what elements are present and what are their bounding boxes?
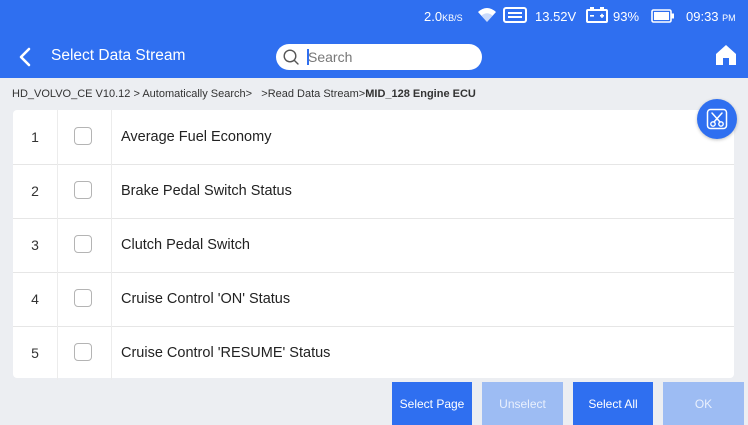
car-battery-icon [586,7,608,26]
row-number: 2 [13,164,58,218]
search-icon [283,49,299,65]
row-checkbox[interactable] [74,127,92,145]
row-checkbox[interactable] [74,235,92,253]
title-bar: Select Data Stream [0,34,748,78]
search-input[interactable] [308,47,473,67]
row-name: Clutch Pedal Switch [121,237,250,253]
table-row[interactable]: 2 Brake Pedal Switch Status [13,164,734,219]
table-row[interactable]: 5 Cruise Control 'RESUME' Status [13,326,734,380]
row-number: 4 [13,272,58,326]
row-checkbox[interactable] [74,289,92,307]
scissors-float-button[interactable] [697,99,737,139]
breadcrumb-sub: >Read Data Stream> [261,88,366,100]
row-number: 5 [13,326,58,380]
table-row[interactable]: 3 Clutch Pedal Switch [13,218,734,273]
status-bar: 2.0KB/S 13.52V 93% 09:33 PM [0,0,748,34]
battery-percent: 93% [613,9,640,24]
row-name: Cruise Control 'RESUME' Status [121,345,331,361]
page-title: Select Data Stream [51,47,186,64]
row-name: Average Fuel Economy [121,129,272,145]
row-name: Brake Pedal Switch Status [121,183,292,199]
scissors-icon [706,108,728,130]
unselect-button[interactable]: Unselect [482,382,563,425]
table-row[interactable]: 4 Cruise Control 'ON' Status [13,272,734,327]
clock: 09:33 PM [686,9,736,24]
voltage-reading: 13.52V [535,9,577,24]
table-row[interactable]: 1 Average Fuel Economy [13,110,734,165]
row-checkbox[interactable] [74,181,92,199]
battery-icon [651,9,675,26]
home-icon[interactable] [715,44,737,66]
breadcrumb-current: MID_128 Engine ECU [365,88,476,100]
row-checkbox[interactable] [74,343,92,361]
app-header: 2.0KB/S 13.52V 93% 09:33 PM Select Data … [0,0,748,78]
breadcrumb: HD_VOLVO_CE V10.12 > Automatically Searc… [12,88,476,100]
select-all-button[interactable]: Select All [573,382,653,425]
search-box[interactable] [276,44,482,70]
row-name: Cruise Control 'ON' Status [121,291,291,307]
obd-connector-icon [503,7,527,26]
select-page-button[interactable]: Select Page [392,382,472,425]
network-speed: 2.0KB/S [424,9,463,24]
ok-button[interactable]: OK [663,382,744,425]
row-number: 3 [13,218,58,272]
row-number: 1 [13,110,58,164]
breadcrumb-path: HD_VOLVO_CE V10.12 > Automatically Searc… [12,88,253,100]
wifi-icon [477,6,497,27]
back-icon[interactable] [14,45,38,69]
data-stream-table: 1 Average Fuel Economy 2 Brake Pedal Swi… [13,110,734,380]
